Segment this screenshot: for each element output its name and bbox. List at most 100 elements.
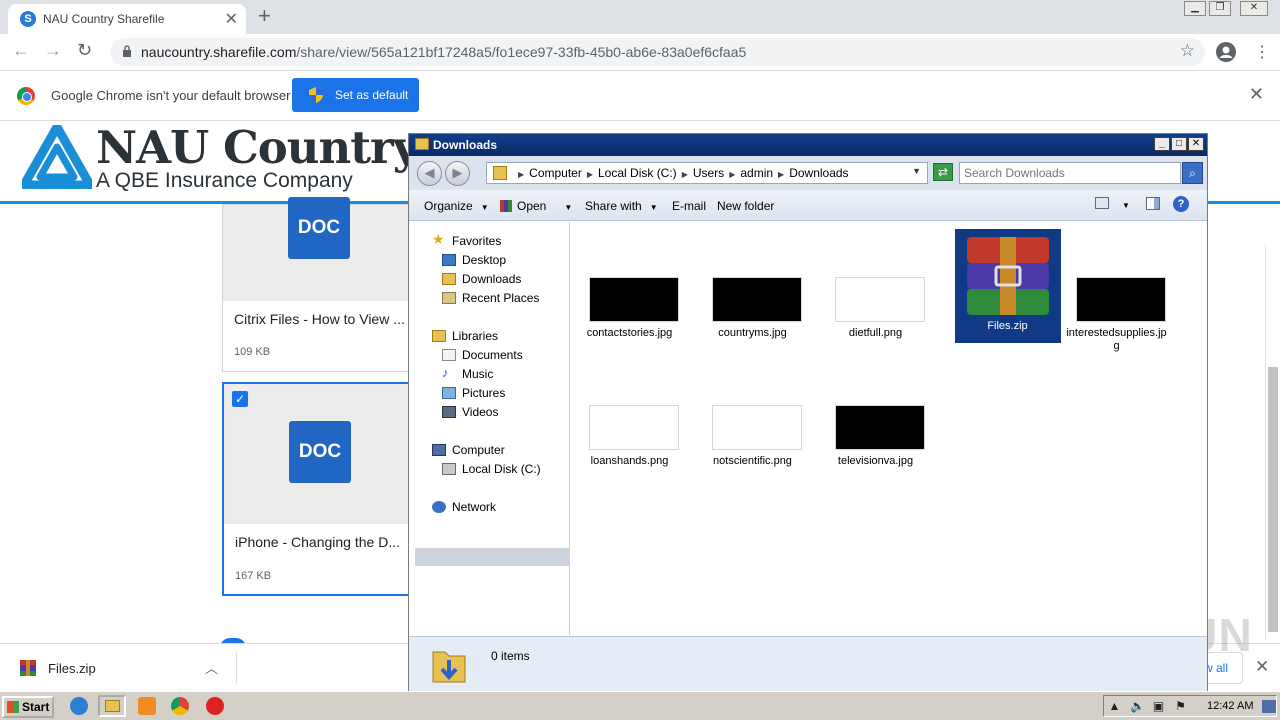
new-folder-button[interactable]: New folder <box>717 199 774 213</box>
taskbar-explorer-button[interactable] <box>98 695 126 717</box>
bookmark-star-icon[interactable]: ☆ <box>1180 41 1195 61</box>
infobar-close-icon[interactable]: ✕ <box>1249 84 1264 105</box>
nav-network[interactable]: Network <box>452 500 496 514</box>
doc-file-icon: DOC <box>288 197 350 259</box>
breadcrumb-item[interactable]: Computer <box>529 166 582 180</box>
tab-close-icon[interactable]: ✕ <box>225 9 238 29</box>
selected-checkbox-icon[interactable]: ✓ <box>232 391 248 407</box>
nav-local-disk[interactable]: Local Disk (C:) <box>462 462 541 476</box>
computer-icon <box>432 444 446 456</box>
set-as-default-button[interactable]: Set as default <box>292 78 419 112</box>
preview-pane-icon[interactable] <box>1146 197 1160 210</box>
chrome-taskbar-icon[interactable] <box>171 697 189 715</box>
nav-videos[interactable]: Videos <box>462 405 498 419</box>
nav-recent-places[interactable]: Recent Places <box>462 291 539 305</box>
browser-tab[interactable]: S NAU Country Sharefile ✕ <box>8 4 246 34</box>
nav-pictures[interactable]: Pictures <box>462 386 505 400</box>
nav-selection-highlight <box>415 548 570 566</box>
documents-icon <box>442 349 456 361</box>
profile-avatar-icon[interactable] <box>1216 42 1236 62</box>
windows-flag-icon <box>7 701 19 713</box>
folder-icon <box>105 700 120 712</box>
explorer-search-box[interactable] <box>959 162 1181 184</box>
file-card[interactable]: DOC Citrix Files - How to View ... 109 K… <box>222 197 412 372</box>
videos-icon <box>442 406 456 418</box>
chevron-up-icon[interactable]: ︿ <box>205 658 218 677</box>
minimize-window-button[interactable]: ▁ <box>1184 1 1206 16</box>
tray-expand-icon[interactable]: ▲ <box>1108 700 1121 713</box>
search-icon[interactable]: ⌕ <box>1182 162 1203 184</box>
network-tray-icon[interactable]: ▣ <box>1152 700 1165 713</box>
page-scrollbar[interactable] <box>1265 245 1279 640</box>
breadcrumb-item[interactable]: Downloads <box>789 166 848 180</box>
close-window-button[interactable]: ✕ <box>1240 1 1268 16</box>
refresh-icon[interactable]: ⇄ <box>933 163 953 181</box>
shelf-close-icon[interactable]: ✕ <box>1255 657 1269 677</box>
nav-computer[interactable]: Computer <box>452 443 505 457</box>
address-dropdown-icon[interactable]: ▼ <box>912 166 921 176</box>
breadcrumb-item[interactable]: Local Disk (C:) <box>598 166 677 180</box>
volume-icon[interactable]: 🔈 <box>1130 700 1145 713</box>
nav-documents[interactable]: Documents <box>462 348 523 362</box>
explorer-close-button[interactable]: ✕ <box>1188 137 1204 151</box>
open-menu[interactable]: Open ▼ <box>500 199 572 213</box>
back-arrow-icon[interactable]: ← <box>12 40 30 61</box>
nav-libraries[interactable]: Libraries <box>452 329 498 343</box>
address-bar[interactable]: naucountry.sharefile.com/share/view/565a… <box>110 38 1205 66</box>
show-desktop-icon[interactable] <box>1262 700 1276 713</box>
internet-explorer-icon[interactable] <box>70 697 88 715</box>
file-thumbnail: DOC <box>223 197 411 301</box>
url-host: naucountry.sharefile.com <box>141 44 297 60</box>
chrome-menu-icon[interactable]: ⋮ <box>1254 42 1270 62</box>
share-with-menu[interactable]: Share with ▼ <box>585 199 658 213</box>
file-item-name: countryms.jpg <box>718 327 787 339</box>
folder-icon <box>415 138 429 150</box>
organize-menu[interactable]: Organize ▼ <box>424 199 489 213</box>
system-tray: ▲ 🔈 ▣ ⚑ 12:42 AM <box>1103 695 1277 717</box>
breadcrumb-path: ▶ Computer ▶ Local Disk (C:) ▶ Users ▶ admin ▶ Do… <box>518 166 849 180</box>
breadcrumb-item[interactable]: Users <box>693 166 724 180</box>
music-note-icon: ♪ <box>442 365 449 380</box>
tab-title: NAU Country Sharefile <box>43 12 165 26</box>
forward-arrow-icon[interactable]: → <box>44 40 62 61</box>
nav-downloads[interactable]: Downloads <box>462 272 521 286</box>
email-button[interactable]: E-mail <box>672 199 706 213</box>
stop-sign-icon[interactable] <box>206 697 224 715</box>
view-dropdown-icon[interactable]: ▼ <box>1122 201 1130 210</box>
explorer-forward-icon[interactable]: ▶ <box>445 161 470 186</box>
breadcrumb-item[interactable]: admin <box>740 166 773 180</box>
image-thumbnail <box>712 277 802 322</box>
reload-icon[interactable]: ↻ <box>77 40 92 61</box>
scrollbar-thumb[interactable] <box>1268 367 1278 632</box>
explorer-back-icon[interactable]: ◀ <box>417 161 442 186</box>
start-button[interactable]: Start <box>2 696 54 718</box>
explorer-maximize-button[interactable]: □ <box>1171 137 1187 151</box>
nav-desktop[interactable]: Desktop <box>462 253 506 267</box>
new-tab-button[interactable]: + <box>258 3 271 29</box>
flag-tray-icon[interactable]: ⚑ <box>1174 700 1187 713</box>
restore-window-button[interactable]: ❐ <box>1209 1 1231 16</box>
image-thumbnail <box>589 405 679 450</box>
file-name[interactable]: iPhone - Changing the D... <box>235 534 400 550</box>
favorites-star-icon: ★ <box>432 231 445 247</box>
file-name[interactable]: Citrix Files - How to View ... <box>234 311 405 327</box>
media-player-icon[interactable] <box>138 697 156 715</box>
nau-country-logo-icon <box>22 125 92 189</box>
file-card-selected[interactable]: ✓ DOC iPhone - Changing the D... 167 KB <box>222 382 412 596</box>
sharefile-favicon-icon: S <box>20 11 36 27</box>
help-icon[interactable]: ? <box>1173 196 1189 212</box>
explorer-titlebar[interactable]: Downloads _ □ ✕ <box>409 134 1207 156</box>
explorer-minimize-button[interactable]: _ <box>1154 137 1170 151</box>
download-item-name[interactable]: Files.zip <box>48 661 96 676</box>
url-text: naucountry.sharefile.com/share/view/565a… <box>141 44 746 60</box>
share-with-label: Share with <box>585 199 642 213</box>
nav-music[interactable]: Music <box>462 367 493 381</box>
change-view-icon[interactable] <box>1095 197 1109 209</box>
search-input[interactable] <box>964 165 1174 181</box>
explorer-command-bar: Organize ▼ Open ▼ Share with ▼ E-mail New f… <box>409 190 1207 221</box>
default-browser-infobar: Google Chrome isn't your default browser… <box>0 71 1280 121</box>
tab-strip: S NAU Country Sharefile ✕ + ▁ ❐ ✕ <box>0 0 1280 34</box>
start-label: Start <box>22 700 50 714</box>
nav-favorites[interactable]: Favorites <box>452 234 501 248</box>
explorer-breadcrumb[interactable]: ▶ Computer ▶ Local Disk (C:) ▶ Users ▶ admin ▶ Do… <box>486 162 928 184</box>
